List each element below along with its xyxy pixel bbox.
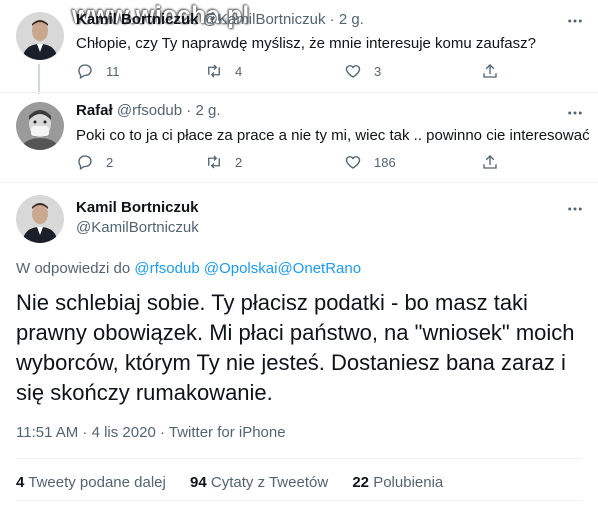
divider	[16, 458, 582, 459]
retweet-count: 2	[235, 154, 243, 170]
reply-icon	[78, 64, 92, 79]
tweet-time[interactable]: 2 g.	[339, 11, 364, 28]
reply-button[interactable]: 11	[76, 62, 120, 80]
tweet-header: Kamil Bortniczuk @KamilBortniczuk · 2 g.	[76, 11, 364, 28]
author-handle[interactable]: @KamilBortniczuk	[76, 219, 199, 236]
like-button[interactable]: 3	[344, 62, 381, 80]
reply-target-link[interactable]: @Opolska	[204, 260, 274, 277]
reply-button[interactable]: 2	[76, 153, 113, 171]
retweet-icon	[208, 64, 220, 78]
share-button[interactable]	[481, 153, 499, 171]
author-name[interactable]: Rafał	[76, 102, 113, 119]
more-icon[interactable]	[566, 12, 584, 30]
reply-prefix: W odpowiedzi do	[16, 260, 131, 277]
author-name[interactable]: Kamil Bortniczuk	[76, 11, 199, 28]
tweet-time[interactable]: 2 g.	[195, 102, 220, 119]
author-handle[interactable]: @KamilBortniczuk	[203, 11, 326, 28]
tweet-stats: 4 Tweety podane dalej 94 Cytaty z Tweetó…	[16, 474, 463, 491]
tweet-timestamp[interactable]: 11:51 AM · 4 lis 2020 · Twitter for iPho…	[16, 424, 286, 441]
author-name[interactable]: Kamil Bortniczuk	[76, 199, 199, 216]
retweet-icon	[208, 155, 220, 169]
like-button[interactable]: 186	[344, 153, 396, 171]
tweet-header: Rafał @rfsodub · 2 g.	[76, 102, 221, 119]
like-count: 3	[374, 63, 382, 79]
reply-to-line: W odpowiedzi do @rfsodub @Opolskai@OnetR…	[16, 260, 361, 277]
share-button[interactable]	[481, 62, 499, 80]
retweet-button[interactable]: 4	[205, 62, 242, 80]
more-icon[interactable]	[566, 200, 584, 218]
reply-count: 2	[106, 154, 114, 170]
avatar[interactable]	[16, 12, 64, 60]
tweet-actions: 2 2 186	[76, 153, 516, 173]
avatar[interactable]	[16, 195, 64, 243]
main-tweet-text: Nie schlebiaj sobie. Ty płacisz podatki …	[16, 290, 575, 405]
likes-stat[interactable]: 22 Polubienia	[352, 474, 443, 491]
more-icon[interactable]	[566, 104, 584, 122]
divider	[0, 182, 598, 183]
divider	[16, 500, 582, 501]
tweet-text: Poki co to ja ci płace za prace a nie ty…	[76, 127, 590, 144]
reply-target-link[interactable]: @OnetRano	[277, 260, 361, 277]
retweet-button[interactable]: 2	[205, 153, 242, 171]
like-count: 186	[374, 154, 396, 170]
tweet-actions: 11 4 3	[76, 62, 516, 82]
share-icon	[483, 155, 497, 169]
author-handle[interactable]: @rfsodub	[117, 102, 182, 119]
quotes-stat[interactable]: 94 Cytaty z Tweetów	[190, 474, 328, 491]
reply-count: 11	[106, 63, 120, 79]
thread-line	[38, 64, 40, 94]
avatar[interactable]	[16, 102, 64, 150]
heart-icon	[345, 65, 361, 78]
retweets-stat[interactable]: 4 Tweety podane dalej	[16, 474, 166, 491]
reply-target-link[interactable]: @rfsodub	[134, 260, 199, 277]
reply-icon	[78, 155, 92, 170]
retweet-count: 4	[235, 63, 243, 79]
tweet-text: Chłopie, czy Ty naprawdę myślisz, że mni…	[76, 35, 536, 52]
divider	[0, 92, 598, 93]
share-icon	[483, 64, 497, 78]
heart-icon	[345, 156, 361, 169]
